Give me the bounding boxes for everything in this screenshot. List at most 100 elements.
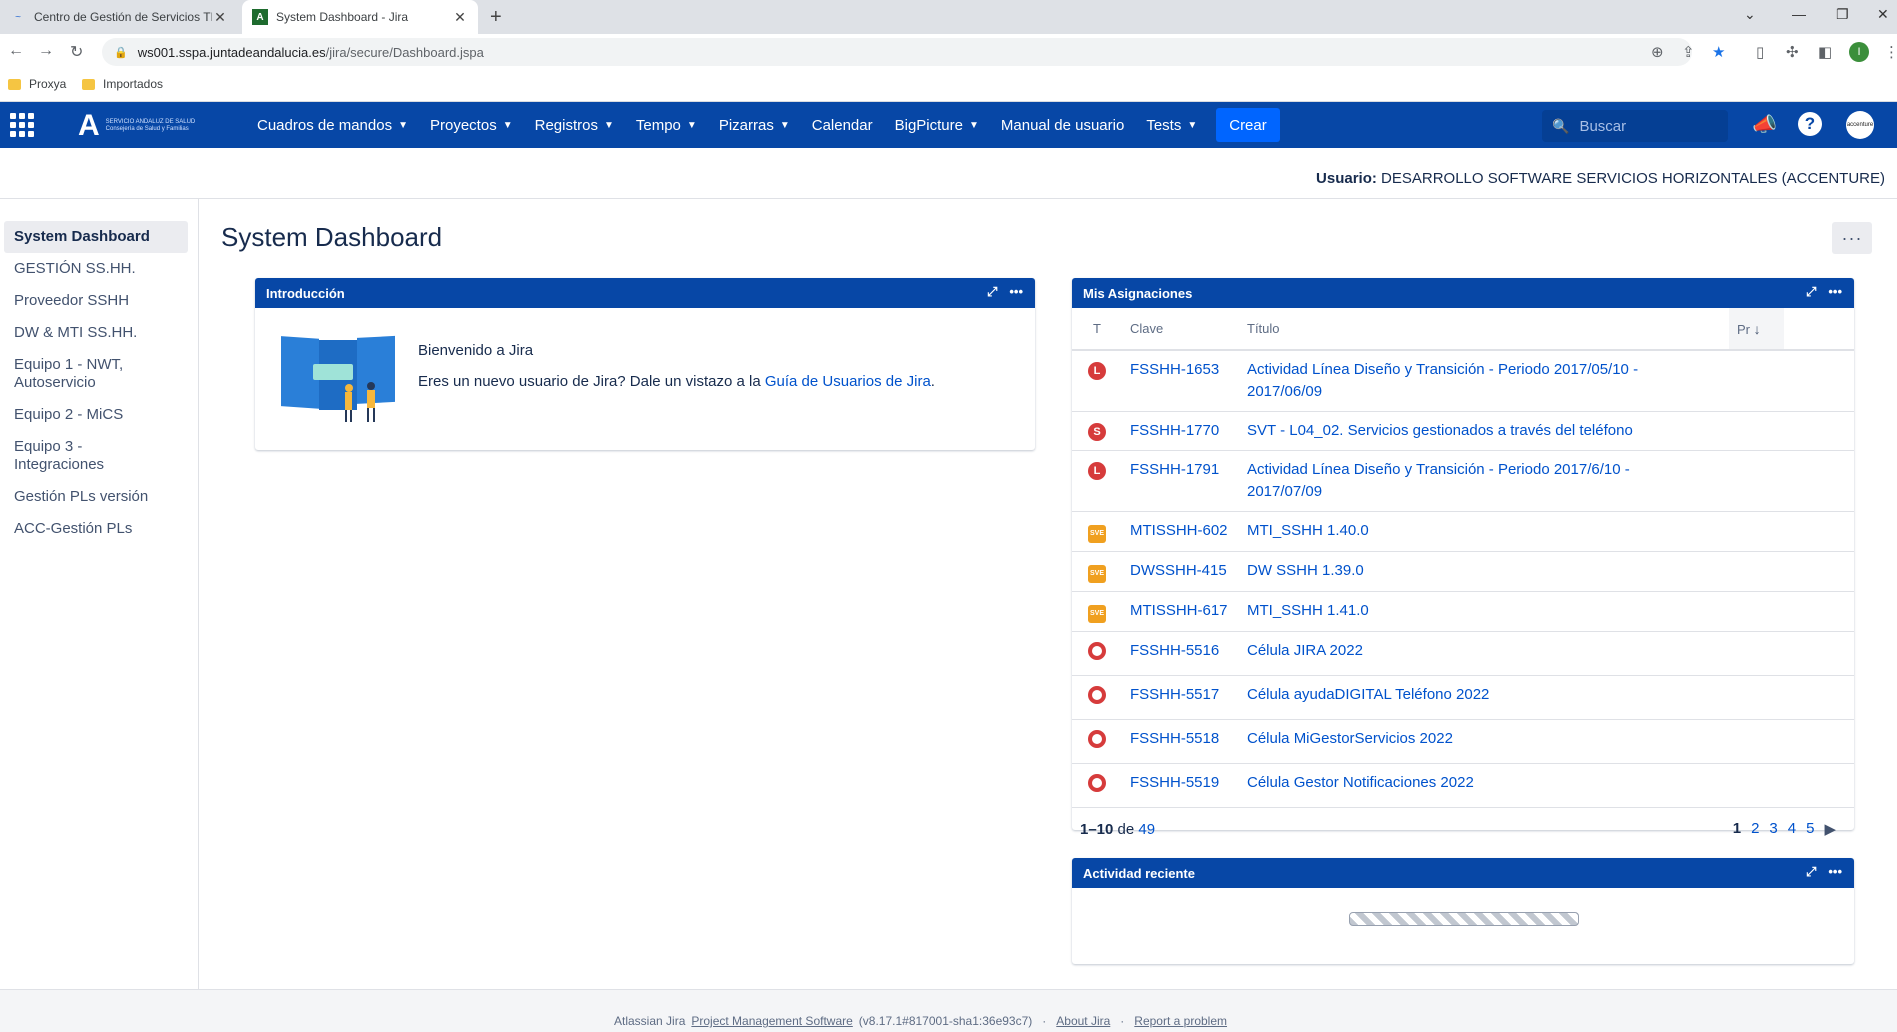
- nav-calendar[interactable]: Calendar: [801, 102, 884, 148]
- report-problem-link[interactable]: Report a problem: [1134, 1014, 1227, 1028]
- browser-tab-servicios[interactable]: ~ Centro de Gestión de Servicios TI ✕: [0, 0, 238, 34]
- pm-software-link[interactable]: Project Management Software: [691, 1014, 852, 1028]
- sidebar-item-acc-gestion-pls[interactable]: ACC-Gestión PLs: [4, 513, 188, 545]
- issue-key-link[interactable]: FSSHH-5519: [1130, 774, 1219, 791]
- issue-title-link[interactable]: Actividad Línea Diseño y Transición - Pe…: [1247, 359, 1657, 403]
- tab-search-icon[interactable]: ⌄: [1744, 6, 1756, 23]
- share-icon[interactable]: ⇪: [1682, 43, 1695, 61]
- title-cell: MTI_SSHH 1.40.0: [1239, 511, 1854, 552]
- close-tab-icon[interactable]: ✕: [452, 9, 468, 26]
- issue-title-link[interactable]: Célula JIRA 2022: [1247, 642, 1363, 659]
- sidebar-item-dw-mti[interactable]: DW & MTI SS.HH.: [4, 317, 188, 349]
- issue-title-link[interactable]: Célula ayudaDIGITAL Teléfono 2022: [1247, 686, 1489, 703]
- search-box: 🔍: [1542, 110, 1728, 142]
- issue-title-link[interactable]: MTI_SSHH 1.41.0: [1247, 602, 1369, 619]
- restore-icon[interactable]: ❐: [1836, 6, 1849, 23]
- bookmark-importados[interactable]: Importados: [82, 77, 163, 91]
- page-2-link[interactable]: 2: [1751, 820, 1759, 838]
- back-icon[interactable]: ←: [8, 42, 24, 60]
- page-5-link[interactable]: 5: [1806, 820, 1814, 838]
- nav-tempo[interactable]: Tempo ▼: [625, 102, 708, 148]
- dashboards-sidebar: System Dashboard GESTIÓN SS.HH. Proveedo…: [0, 199, 199, 989]
- new-tab-icon[interactable]: +: [490, 6, 502, 29]
- expand-icon[interactable]: ⤢: [987, 284, 997, 300]
- close-tab-icon[interactable]: ✕: [212, 9, 228, 26]
- device-icon[interactable]: ▯: [1756, 43, 1764, 61]
- next-page-icon[interactable]: ▶: [1824, 820, 1836, 838]
- nav-boards[interactable]: Pizarras ▼: [708, 102, 801, 148]
- issue-key-link[interactable]: FSSHH-5516: [1130, 642, 1219, 659]
- column-priority[interactable]: Pr ↓: [1729, 308, 1784, 351]
- nav-dashboards[interactable]: Cuadros de mandos ▼: [246, 102, 419, 148]
- logo-line1: SERVICIO ANDALUZ DE SALUD: [105, 119, 196, 125]
- side-panel-icon[interactable]: ◧: [1818, 43, 1832, 61]
- user-avatar[interactable]: accenture: [1846, 111, 1874, 139]
- sidebar-item-equipo1[interactable]: Equipo 1 - NWT, Autoservicio: [4, 349, 154, 399]
- about-jira-link[interactable]: About Jira: [1056, 1014, 1110, 1028]
- help-icon[interactable]: ?: [1798, 112, 1822, 136]
- announcement-icon[interactable]: 📣: [1752, 112, 1777, 137]
- column-key[interactable]: Clave: [1122, 308, 1239, 351]
- page-3-link[interactable]: 3: [1769, 820, 1777, 838]
- sidebar-item-equipo2[interactable]: Equipo 2 - MiCS: [4, 399, 188, 431]
- search-input[interactable]: [1579, 117, 1720, 135]
- column-title[interactable]: Título: [1239, 308, 1729, 351]
- issue-key-link[interactable]: DWSSHH-415: [1130, 562, 1227, 579]
- issue-title-link[interactable]: Actividad Línea Diseño y Transición - Pe…: [1247, 459, 1657, 503]
- issue-key-link[interactable]: MTISSHH-617: [1130, 602, 1228, 619]
- issue-title-link[interactable]: SVT - L04_02. Servicios gestionados a tr…: [1247, 422, 1633, 439]
- issue-title-link[interactable]: Célula MiGestorServicios 2022: [1247, 730, 1453, 747]
- reload-icon[interactable]: ↻: [70, 42, 83, 62]
- close-window-icon[interactable]: ✕: [1877, 6, 1889, 23]
- column-type[interactable]: T: [1072, 308, 1122, 351]
- nav-projects[interactable]: Proyectos ▼: [419, 102, 524, 148]
- issue-key-link[interactable]: FSSHH-1653: [1130, 361, 1219, 378]
- issue-key-link[interactable]: FSSHH-5518: [1130, 730, 1219, 747]
- type-cell: [1072, 675, 1122, 720]
- app-switcher-icon[interactable]: [10, 113, 36, 137]
- create-button[interactable]: Crear: [1216, 108, 1280, 142]
- expand-icon[interactable]: ⤢: [1806, 864, 1816, 880]
- dashboard-more-button[interactable]: ···: [1832, 222, 1872, 254]
- sidebar-item-gestion-pls-version[interactable]: Gestión PLs versión: [4, 481, 188, 513]
- more-icon[interactable]: •••: [1009, 284, 1023, 300]
- gadget-header: Mis Asignaciones ⤢ •••: [1072, 278, 1854, 308]
- current-user: Usuario: DESARROLLO SOFTWARE SERVICIOS H…: [1316, 170, 1885, 187]
- issue-title-link[interactable]: Célula Gestor Notificaciones 2022: [1247, 774, 1474, 791]
- minimize-icon[interactable]: —: [1792, 6, 1806, 22]
- url-host: ws001.sspa.juntadeandalucia.es: [137, 44, 326, 60]
- more-icon[interactable]: •••: [1828, 864, 1842, 880]
- total-count-link[interactable]: 49: [1138, 821, 1155, 838]
- bookmark-star-icon[interactable]: ★: [1712, 43, 1725, 61]
- sidebar-item-proveedor-sshh[interactable]: Proveedor SSHH: [4, 285, 188, 317]
- sidebar-item-equipo3[interactable]: Equipo 3 - Integraciones: [4, 431, 124, 481]
- zoom-icon[interactable]: ⊕: [1651, 43, 1664, 61]
- type-l-icon: L: [1088, 362, 1106, 380]
- issue-key-link[interactable]: FSSHH-1770: [1130, 422, 1219, 439]
- browser-menu-icon[interactable]: ⋮: [1884, 43, 1897, 61]
- url-field[interactable]: 🔒 ws001.sspa.juntadeandalucia.es/jira/se…: [102, 38, 1692, 66]
- bookmark-proxya[interactable]: Proxya: [8, 77, 66, 91]
- page-4-link[interactable]: 4: [1788, 820, 1796, 838]
- expand-icon[interactable]: ⤢: [1806, 284, 1816, 300]
- issue-key-link[interactable]: FSSHH-5517: [1130, 686, 1219, 703]
- extensions-icon[interactable]: ✣: [1786, 43, 1799, 61]
- profile-avatar[interactable]: I: [1849, 42, 1869, 62]
- sas-logo[interactable]: A SERVICIO ANDALUZ DE SALUD Consejería d…: [78, 110, 202, 142]
- sidebar-item-gestion-sshh[interactable]: GESTIÓN SS.HH.: [4, 253, 188, 285]
- sidebar-item-system-dashboard[interactable]: System Dashboard: [4, 221, 188, 253]
- type-cell: S: [1072, 411, 1122, 451]
- issue-key-link[interactable]: FSSHH-1791: [1130, 461, 1219, 478]
- issue-title-link[interactable]: MTI_SSHH 1.40.0: [1247, 522, 1369, 539]
- issue-key-link[interactable]: MTISSHH-602: [1130, 522, 1228, 539]
- browser-tab-jira[interactable]: A System Dashboard - Jira ✕: [242, 0, 478, 34]
- more-icon[interactable]: •••: [1828, 284, 1842, 300]
- user-guide-link[interactable]: Guía de Usuarios de Jira: [765, 373, 931, 390]
- nav-tests[interactable]: Tests ▼: [1135, 102, 1208, 148]
- issue-title-link[interactable]: DW SSHH 1.39.0: [1247, 562, 1364, 579]
- nav-manual[interactable]: Manual de usuario: [990, 102, 1135, 148]
- key-cell: FSSHH-5517: [1122, 675, 1239, 720]
- nav-records[interactable]: Registros ▼: [524, 102, 625, 148]
- nav-bigpicture[interactable]: BigPicture ▼: [884, 102, 990, 148]
- forward-icon[interactable]: →: [38, 42, 54, 60]
